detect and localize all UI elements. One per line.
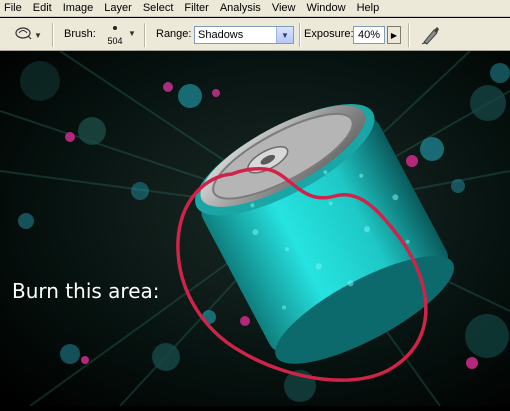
range-label: Range: xyxy=(156,28,192,40)
menu-help[interactable]: Help xyxy=(357,0,380,17)
range-select[interactable]: Shadows ▼ xyxy=(194,26,294,44)
toolbar-divider xyxy=(144,23,146,47)
brush-preview[interactable]: 504 xyxy=(104,21,126,49)
toolbar-divider xyxy=(408,23,410,47)
menu-file[interactable]: File xyxy=(4,0,22,17)
menu-window[interactable]: Window xyxy=(306,0,345,17)
image-canvas[interactable]: Burn this area: xyxy=(0,50,510,407)
chevron-down-icon: ▼ xyxy=(34,30,42,40)
can-artwork xyxy=(0,50,510,407)
menu-filter[interactable]: Filter xyxy=(184,0,208,17)
exposure-label: Exposure: xyxy=(304,28,354,40)
range-value: Shadows xyxy=(198,29,244,41)
burn-tool-icon xyxy=(14,25,32,46)
menu-layer[interactable]: Layer xyxy=(104,0,132,17)
brush-size: 504 xyxy=(107,36,123,46)
chevron-down-icon[interactable]: ▼ xyxy=(276,27,293,43)
toolbar-divider xyxy=(299,23,301,47)
menu-edit[interactable]: Edit xyxy=(33,0,52,17)
exposure-input[interactable]: 40% xyxy=(353,26,385,44)
menu-analysis[interactable]: Analysis xyxy=(220,0,261,17)
menu-view[interactable]: View xyxy=(272,0,296,17)
exposure-slider-arrow-icon[interactable]: ▶ xyxy=(387,26,401,44)
toolbar-divider xyxy=(52,23,54,47)
tool-preset-picker[interactable]: ▼ xyxy=(14,26,44,44)
brush-tip xyxy=(113,26,117,30)
menu-select[interactable]: Select xyxy=(143,0,174,17)
menu-image[interactable]: Image xyxy=(63,0,94,17)
airbrush-icon[interactable] xyxy=(420,24,442,46)
menu-bar: File Edit Image Layer Select Filter Anal… xyxy=(0,0,510,17)
tool-options-bar: ▼ Brush: 504 ▼ Range: Shadows ▼ Exposure… xyxy=(0,18,510,51)
annotation-caption: Burn this area: xyxy=(12,279,160,303)
brush-label: Brush: xyxy=(64,28,96,40)
brush-picker-arrow-icon[interactable]: ▼ xyxy=(128,29,136,38)
